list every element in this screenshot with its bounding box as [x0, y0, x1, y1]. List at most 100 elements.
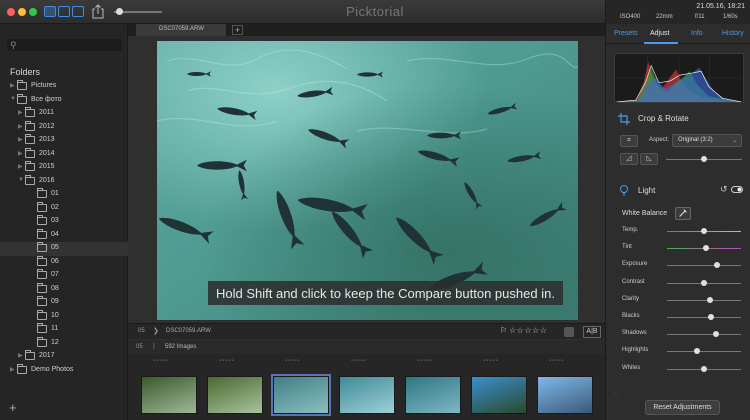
- folder-item[interactable]: 03: [0, 215, 128, 229]
- adjustment-slider-track[interactable]: [667, 334, 741, 336]
- disclosure-closed-icon[interactable]: ▶: [18, 109, 23, 116]
- folder-item[interactable]: ▶ Pictures: [0, 80, 128, 94]
- adjustment-slider-knob[interactable]: [714, 262, 721, 269]
- folder-icon: [37, 296, 47, 306]
- folder-icon: [17, 80, 27, 90]
- folder-icon: [37, 242, 47, 252]
- folder-item[interactable]: ▶ 2012: [0, 120, 128, 135]
- thumb-waterfall-2[interactable]: [207, 376, 263, 414]
- tab-strip: DSC07059.ARW +: [128, 24, 605, 36]
- adjustment-slider-knob[interactable]: [701, 228, 707, 234]
- thumb-water-1[interactable]: [339, 376, 395, 414]
- folder-item[interactable]: 04: [0, 228, 128, 243]
- tab-history[interactable]: History: [722, 30, 744, 37]
- folder-item[interactable]: ▶ 2017: [0, 350, 128, 364]
- tab-adjust[interactable]: Adjust: [650, 30, 669, 37]
- folder-item[interactable]: 01: [0, 188, 128, 202]
- folder-item[interactable]: 11: [0, 323, 128, 337]
- thumb-lake-2[interactable]: [537, 376, 593, 414]
- reset-light-icon[interactable]: ↺: [720, 184, 728, 195]
- straighten-slider-knob[interactable]: [701, 156, 707, 162]
- rotate-left-icon[interactable]: ◿: [620, 153, 638, 165]
- disclosure-open-icon[interactable]: ▼: [18, 177, 24, 183]
- disclosure-closed-icon[interactable]: ▶: [18, 150, 23, 157]
- minimize-window-button[interactable]: [18, 8, 26, 16]
- disclosure-closed-icon[interactable]: ▶: [10, 366, 15, 373]
- folder-item[interactable]: ▶ 2011: [0, 107, 128, 121]
- folder-item[interactable]: 06: [0, 255, 128, 270]
- folders-sidebar: ⚲ Folders ▶ Pictures ▼ Все фото ▶ 2011 ▶ 2012 ▶ 2…: [0, 24, 128, 420]
- chevron-right-icon[interactable]: ❯: [153, 327, 159, 335]
- adjustment-slider-knob[interactable]: [701, 279, 707, 286]
- folder-icon: [25, 107, 35, 117]
- folder-item[interactable]: ▶ 2015: [0, 161, 128, 175]
- layout-sidebar-icon[interactable]: [44, 6, 56, 17]
- compare-button[interactable]: A|B: [583, 326, 601, 338]
- adjustment-slider-knob[interactable]: [712, 331, 719, 338]
- tab-info[interactable]: Info: [691, 30, 703, 37]
- main-viewer: DSC07059.ARW + Hold Shift and click to k…: [128, 24, 605, 420]
- search-input[interactable]: ⚲: [7, 39, 122, 51]
- zoom-slider-knob[interactable]: [115, 8, 123, 15]
- rotate-right-icon[interactable]: ◺: [640, 153, 658, 165]
- new-tab-button[interactable]: +: [232, 25, 243, 35]
- adjustment-slider-track[interactable]: [667, 265, 741, 267]
- disclosure-closed-icon[interactable]: ▶: [18, 123, 23, 130]
- layout-panel-icon[interactable]: [72, 6, 84, 17]
- zoom-window-button[interactable]: [29, 8, 37, 16]
- light-section-title[interactable]: Light: [638, 186, 655, 195]
- crop-tool-icon[interactable]: ⌗: [620, 135, 638, 147]
- main-photo[interactable]: [157, 41, 578, 320]
- thumb-fish[interactable]: [271, 374, 331, 416]
- copy-adjustments-icon[interactable]: [564, 327, 574, 337]
- folder-item[interactable]: 02: [0, 201, 128, 216]
- adjustment-slider-knob[interactable]: [693, 348, 700, 355]
- folder-item[interactable]: ▼ Все фото: [0, 93, 128, 108]
- folder-item[interactable]: 07: [0, 269, 128, 283]
- tab-image[interactable]: DSC07059.ARW: [136, 24, 226, 36]
- folder-label: 03: [51, 217, 59, 224]
- folder-item[interactable]: ▶ 2013: [0, 134, 128, 148]
- close-window-button[interactable]: [7, 8, 15, 16]
- crop-section-title[interactable]: Crop & Rotate: [638, 114, 689, 123]
- folder-item[interactable]: ▼ 2016: [0, 174, 128, 189]
- filmstrip-header: 05 | 592 Images: [128, 340, 605, 354]
- folder-item[interactable]: 12: [0, 336, 128, 351]
- adjustment-slider-track[interactable]: [667, 317, 741, 318]
- adjustment-slider-track[interactable]: [667, 299, 741, 301]
- adjustment-slider-knob[interactable]: [708, 314, 715, 320]
- reset-adjustments-button[interactable]: Reset Adjustments: [645, 400, 720, 415]
- toggle-light-icon[interactable]: [731, 186, 743, 193]
- add-folder-button[interactable]: +: [9, 400, 17, 415]
- share-icon[interactable]: [92, 4, 104, 19]
- folder-item[interactable]: ▶ Demo Photos: [0, 363, 128, 378]
- disclosure-open-icon[interactable]: ▼: [10, 96, 16, 102]
- thumb-waterfall-1[interactable]: [141, 376, 197, 414]
- folder-item[interactable]: 10: [0, 309, 128, 324]
- folder-icon: [25, 120, 35, 131]
- folder-label: 2014: [39, 149, 55, 157]
- folder-item[interactable]: 08: [0, 282, 128, 297]
- disclosure-closed-icon[interactable]: ▶: [18, 136, 23, 143]
- adjustment-slider-knob[interactable]: [703, 245, 710, 252]
- tab-presets[interactable]: Presets: [614, 30, 638, 37]
- adjustment-row: Whites: [606, 361, 750, 378]
- adjustment-slider-knob[interactable]: [706, 296, 713, 303]
- folder-icon: [37, 309, 47, 320]
- thumb-water-2[interactable]: [405, 376, 461, 414]
- adjustment-slider-knob[interactable]: [701, 365, 707, 372]
- disclosure-closed-icon[interactable]: ▶: [18, 352, 23, 359]
- folder-item[interactable]: ▶ 2014: [0, 147, 128, 162]
- folder-item[interactable]: 05: [0, 242, 128, 256]
- thumb-lake-1[interactable]: [471, 376, 527, 414]
- layout-filmstrip-icon[interactable]: [58, 6, 70, 17]
- aspect-select[interactable]: Original (3:2) ⌄: [672, 134, 742, 147]
- disclosure-closed-icon[interactable]: ▶: [18, 163, 23, 170]
- star-rating[interactable]: ☆☆☆☆☆: [509, 326, 547, 335]
- folder-item[interactable]: 09: [0, 296, 128, 310]
- adjustment-slider-track[interactable]: [667, 351, 741, 353]
- disclosure-closed-icon[interactable]: ▶: [10, 82, 15, 89]
- adjustment-label: Exposure: [622, 261, 648, 268]
- eyedropper-icon[interactable]: [675, 207, 691, 220]
- flag-icon[interactable]: ⚐: [500, 326, 507, 335]
